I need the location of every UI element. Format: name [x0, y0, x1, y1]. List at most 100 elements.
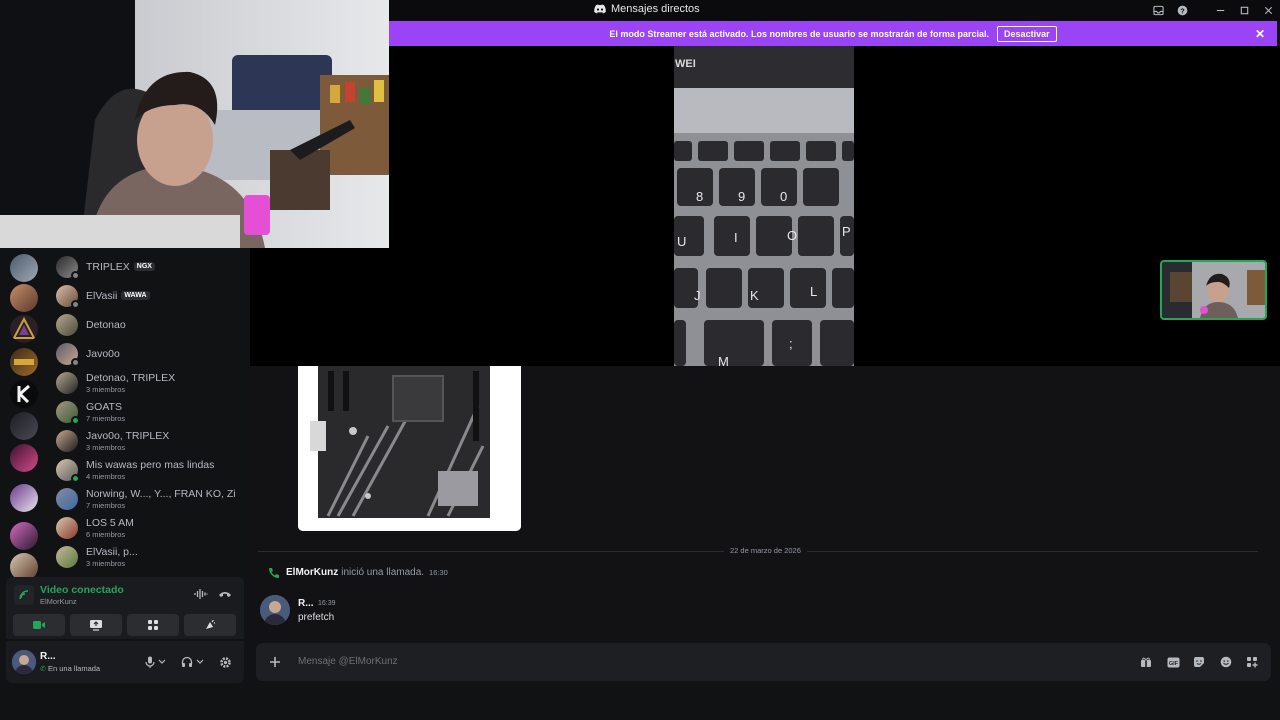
- status-online-icon: [71, 415, 80, 425]
- screen-share-video[interactable]: WEI 8 9 0 U I O P J K L M ;: [674, 46, 854, 366]
- activities-button[interactable]: [127, 614, 179, 636]
- call-timestamp: 16:30: [429, 568, 448, 577]
- message-author[interactable]: R...: [298, 598, 314, 609]
- dm-name: Javo0o, TRIPLEX: [86, 429, 170, 442]
- status-offline-icon: [71, 270, 80, 280]
- call-initiator[interactable]: ElMorKunz: [286, 567, 338, 578]
- dm-item[interactable]: ElVasii, p... 3 miembros: [56, 542, 246, 571]
- message-avatar[interactable]: [260, 595, 290, 625]
- member-count: 6 miembros: [86, 529, 126, 539]
- avatar: [56, 313, 78, 336]
- server-icon-6[interactable]: [10, 412, 38, 440]
- key-o: O: [787, 228, 797, 243]
- direct-messages-list: TRIPLEX NGX ElVasii WAWA Detonao Javo0o De…: [52, 252, 248, 574]
- message-composer[interactable]: Mensaje @ElMorKunz GIF: [256, 643, 1271, 681]
- dm-item[interactable]: GOATS 7 miembros: [56, 397, 246, 426]
- dm-name: TRIPLEX: [86, 260, 130, 273]
- dm-item[interactable]: Detonao, TRIPLEX 3 miembros: [56, 368, 246, 397]
- member-count: 7 miembros: [86, 413, 126, 423]
- dm-name: Norwing, W..., Y..., FRAN KO, Zil...: [86, 487, 236, 500]
- headphones-icon[interactable]: [179, 654, 195, 670]
- dm-item[interactable]: Mis wawas pero mas lindas 4 miembros: [56, 455, 246, 484]
- server-icon-3[interactable]: [10, 315, 38, 343]
- user-avatar[interactable]: [12, 650, 36, 674]
- dm-item[interactable]: Javo0o: [56, 339, 246, 368]
- streamer-mode-banner: El modo Streamer está activado. Los nomb…: [389, 21, 1277, 46]
- message-timestamp: 16:39: [318, 600, 336, 607]
- close-icon[interactable]: ✕: [1255, 27, 1265, 41]
- status-offline-icon: [71, 357, 80, 367]
- voice-status[interactable]: Video conectado: [40, 584, 124, 596]
- member-count: 3 miembros: [86, 384, 126, 394]
- microphone-icon[interactable]: [142, 654, 158, 670]
- sticker-icon[interactable]: [1191, 654, 1207, 670]
- chevron-down-icon[interactable]: [157, 654, 167, 670]
- chevron-down-icon[interactable]: [195, 654, 205, 670]
- dm-item[interactable]: Norwing, W..., Y..., FRAN KO, Zil... 7 mi…: [56, 484, 246, 513]
- noise-suppression-icon[interactable]: [193, 586, 209, 602]
- dm-name: Javo0o: [86, 347, 120, 360]
- window-title: Mensajes directos: [594, 3, 700, 15]
- help-icon[interactable]: ?: [1170, 0, 1194, 21]
- disconnect-icon[interactable]: [217, 586, 233, 602]
- key-8: 8: [696, 189, 703, 204]
- image-attachment[interactable]: [298, 366, 521, 531]
- status-online-icon: [71, 473, 80, 483]
- window-title-text: Mensajes directos: [611, 3, 700, 15]
- screen-share-button[interactable]: [70, 614, 122, 636]
- connection-signal-icon[interactable]: [14, 585, 34, 605]
- call-stage: WEI 8 9 0 U I O P J K L M ;: [250, 46, 1280, 366]
- server-icon-1[interactable]: [10, 254, 38, 282]
- phone-icon: ✆: [40, 666, 46, 673]
- screen-share-icon: [90, 620, 102, 631]
- dm-item[interactable]: TRIPLEX NGX: [56, 252, 246, 281]
- server-icon-5[interactable]: [10, 380, 38, 408]
- server-icon-8[interactable]: [10, 484, 38, 512]
- group-avatar: [56, 545, 78, 568]
- server-tag-badge: WAWA: [121, 291, 150, 300]
- server-icon-9[interactable]: [10, 522, 38, 550]
- dm-item[interactable]: ElVasii WAWA: [56, 281, 246, 310]
- minimize-icon[interactable]: [1208, 0, 1232, 21]
- dm-name: LOS 5 AM: [86, 516, 134, 529]
- server-icon-7[interactable]: [10, 444, 38, 472]
- dm-item[interactable]: Detonao: [56, 310, 246, 339]
- avatar: [56, 255, 80, 280]
- dm-item[interactable]: Javo0o, TRIPLEX 3 miembros: [56, 426, 246, 455]
- member-count: 3 miembros: [86, 442, 126, 452]
- gear-icon[interactable]: [217, 654, 233, 670]
- emoji-icon[interactable]: [1218, 654, 1234, 670]
- camera-button[interactable]: [13, 614, 65, 636]
- close-window-icon[interactable]: [1256, 0, 1280, 21]
- gif-icon[interactable]: GIF: [1165, 654, 1181, 670]
- user-status-text: En una llamada: [47, 664, 101, 673]
- maximize-icon[interactable]: [1232, 0, 1256, 21]
- dm-item[interactable]: LOS 5 AM 6 miembros: [56, 513, 246, 542]
- server-icon-4[interactable]: [10, 348, 38, 376]
- avatar: [56, 284, 80, 309]
- inbox-icon[interactable]: [1146, 0, 1170, 21]
- self-video-tile[interactable]: [1160, 260, 1267, 320]
- streamer-webcam-overlay: [0, 0, 389, 248]
- message-input[interactable]: Mensaje @ElMorKunz: [298, 656, 398, 667]
- gift-icon[interactable]: [1138, 654, 1154, 670]
- voice-connection-panel: Video conectado ElMorKunz: [6, 577, 244, 639]
- voice-channel: ElMorKunz: [40, 597, 77, 606]
- dm-name: Mis wawas pero mas lindas: [86, 458, 215, 471]
- apps-icon[interactable]: [1244, 654, 1260, 670]
- add-attachment-icon[interactable]: [266, 653, 284, 671]
- username[interactable]: R...: [40, 651, 56, 662]
- laptop-brand-text: WEI: [675, 58, 696, 70]
- group-avatar: [56, 458, 80, 483]
- message-text: prefetch: [298, 612, 335, 623]
- disable-streamer-mode-button[interactable]: Desactivar: [997, 25, 1057, 42]
- soundboard-button[interactable]: [184, 614, 236, 636]
- phone-call-icon: [268, 567, 280, 579]
- group-avatar: [56, 371, 78, 394]
- dm-name: Detonao: [86, 318, 126, 331]
- window-controls: ?: [1146, 0, 1280, 21]
- server-icon-2[interactable]: [10, 284, 38, 312]
- date-divider: 22 de marzo de 2026: [258, 546, 1258, 555]
- call-system-message: ElMorKunz inició una llamada. 16:30: [268, 567, 448, 578]
- key-k: K: [750, 288, 759, 303]
